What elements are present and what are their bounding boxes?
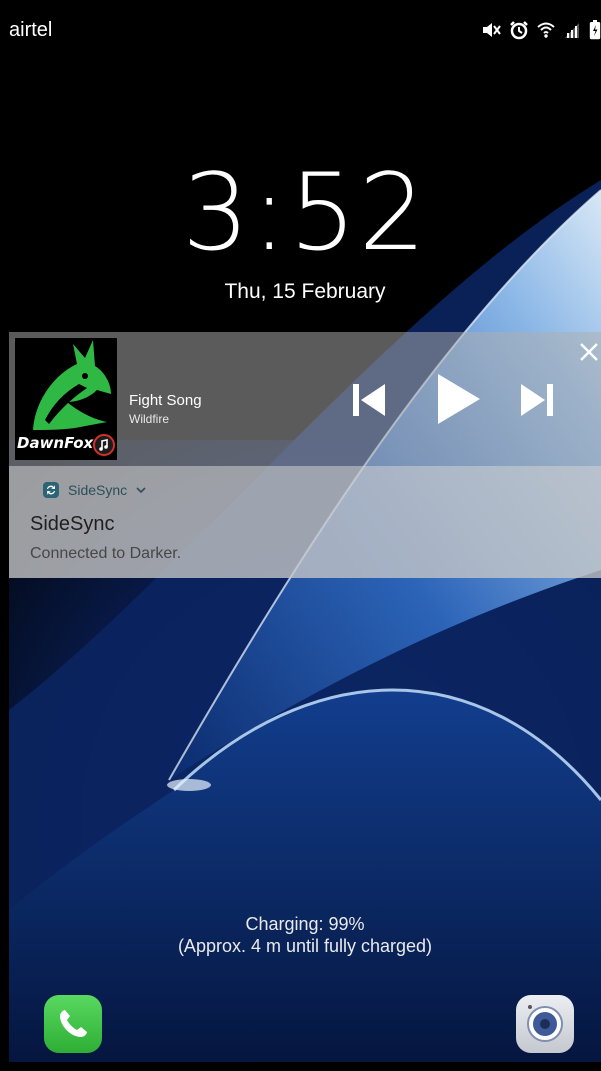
battery-icon: [589, 20, 601, 40]
phone-shortcut-button[interactable]: [44, 995, 102, 1053]
close-icon: [580, 343, 598, 361]
dismiss-media-button[interactable]: [579, 342, 599, 367]
carrier-name: airtel: [9, 19, 53, 41]
next-icon: [521, 384, 553, 416]
album-brand-text: DawnFox: [17, 434, 94, 452]
lock-screen: airtel 3:52 Thu, 15 February DawnFox Fig…: [9, 10, 601, 1062]
status-icons: [481, 20, 601, 40]
alarm-icon: [510, 21, 528, 40]
album-art: DawnFox: [15, 338, 117, 460]
notification-text: Connected to Darker.: [30, 545, 182, 562]
play-icon: [438, 374, 480, 424]
song-title: Fight Song: [129, 392, 202, 409]
notification-app-header[interactable]: SideSync: [43, 481, 146, 499]
notification-app-name: SideSync: [68, 482, 128, 498]
play-button[interactable]: [434, 372, 482, 426]
charging-percent: Charging: 99%: [245, 914, 365, 934]
sidesync-icon: [43, 482, 59, 498]
signal-icon: [565, 23, 579, 38]
chevron-down-icon[interactable]: [136, 486, 146, 494]
next-track-button[interactable]: [517, 382, 557, 418]
status-bar: airtel: [9, 10, 601, 50]
notification-title: SideSync: [30, 513, 115, 535]
charging-estimate: (Approx. 4 m until fully charged): [177, 936, 433, 956]
mute-icon: [483, 23, 501, 37]
media-notification[interactable]: DawnFox Fight Song Wildfire: [9, 332, 601, 466]
wifi-icon: [537, 22, 555, 38]
camera-shortcut-button[interactable]: [516, 995, 574, 1053]
previous-icon: [353, 384, 385, 416]
clock-date: Thu, 15 February: [224, 280, 386, 303]
music-note-icon: [93, 434, 115, 456]
clock-time: 3:52: [181, 151, 429, 274]
camera-icon: [527, 1005, 563, 1042]
previous-track-button[interactable]: [349, 382, 389, 418]
phone-icon: [60, 1010, 87, 1037]
sidesync-notification[interactable]: SideSync SideSync Connected to Darker.: [9, 466, 601, 578]
song-artist: Wildfire: [129, 412, 170, 426]
charging-status: Charging: 99% (Approx. 4 m until fully c…: [9, 913, 601, 957]
